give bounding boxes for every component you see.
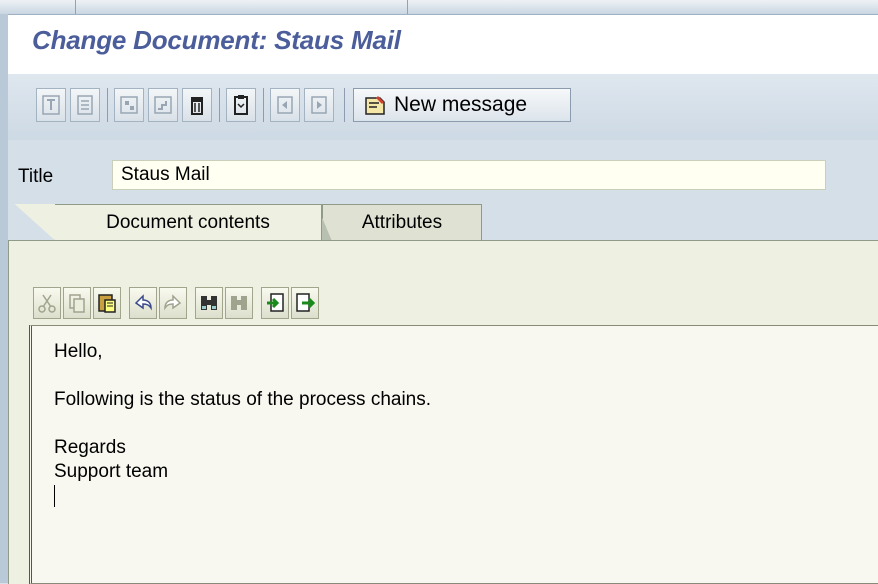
document-text-editor[interactable]: Hello, Following is the status of the pr… bbox=[29, 325, 878, 584]
toolbar-separator bbox=[219, 88, 220, 122]
editor-line: Following is the status of the process c… bbox=[54, 389, 432, 410]
tree-button[interactable] bbox=[148, 88, 178, 122]
cut-icon bbox=[38, 294, 56, 313]
add-icon bbox=[120, 96, 138, 114]
application-toolbar: New message bbox=[8, 74, 878, 140]
import-icon bbox=[267, 293, 284, 312]
toolbar-separator bbox=[107, 88, 108, 122]
editor-line-cursor bbox=[54, 484, 878, 508]
top-strip bbox=[0, 0, 878, 14]
cut-button[interactable] bbox=[33, 287, 61, 319]
import-button[interactable] bbox=[261, 287, 289, 319]
redo-button[interactable] bbox=[159, 287, 187, 319]
display-icon bbox=[42, 95, 60, 115]
editor-line: Regards bbox=[54, 437, 126, 458]
delete-button[interactable] bbox=[182, 88, 212, 122]
export-button[interactable] bbox=[291, 287, 319, 319]
find-button[interactable] bbox=[195, 287, 223, 319]
document-contents-panel: Hello, Following is the status of the pr… bbox=[8, 240, 878, 584]
trash-icon bbox=[191, 97, 203, 115]
clipboard-button[interactable] bbox=[226, 88, 256, 122]
display-button[interactable] bbox=[36, 88, 66, 122]
page-title: Change Document: Staus Mail bbox=[32, 25, 401, 55]
paste-button[interactable] bbox=[93, 287, 121, 319]
editor-line: Hello, bbox=[54, 341, 103, 362]
new-message-button[interactable]: New message bbox=[353, 88, 571, 122]
title-bar: Change Document: Staus Mail bbox=[8, 14, 878, 75]
toolbar-separator bbox=[263, 88, 264, 122]
add-button[interactable] bbox=[114, 88, 144, 122]
next-icon bbox=[311, 96, 327, 114]
tab-document-contents[interactable]: Document contents bbox=[15, 204, 322, 240]
previous-button[interactable] bbox=[270, 88, 300, 122]
text-caret bbox=[54, 484, 55, 507]
strip-divider bbox=[75, 0, 76, 14]
title-label: Title bbox=[18, 166, 54, 187]
tab-attributes[interactable]: Attributes bbox=[322, 204, 482, 241]
document-area: Title Staus Mail Document contents Attri… bbox=[8, 140, 878, 584]
editor-line: Support team bbox=[54, 461, 169, 482]
clipboard-icon bbox=[234, 95, 248, 115]
find-next-button[interactable] bbox=[225, 287, 253, 319]
find-icon bbox=[201, 296, 217, 310]
undo-icon bbox=[134, 294, 152, 311]
strip-divider bbox=[407, 0, 408, 14]
outline-button[interactable] bbox=[70, 88, 100, 122]
undo-button[interactable] bbox=[129, 287, 157, 319]
tree-icon bbox=[154, 96, 172, 114]
new-message-label: New message bbox=[394, 93, 528, 116]
left-rail bbox=[0, 14, 8, 583]
export-icon bbox=[296, 293, 315, 312]
toolbar-separator bbox=[344, 88, 345, 122]
outline-icon bbox=[77, 95, 93, 115]
find-next-icon bbox=[231, 296, 247, 310]
next-button[interactable] bbox=[304, 88, 334, 122]
redo-icon bbox=[164, 294, 182, 311]
new-message-icon bbox=[365, 96, 385, 115]
copy-icon bbox=[69, 294, 85, 313]
paste-icon bbox=[98, 294, 116, 313]
copy-button[interactable] bbox=[63, 287, 91, 319]
prev-icon bbox=[277, 96, 293, 114]
title-field[interactable]: Staus Mail bbox=[112, 160, 826, 190]
